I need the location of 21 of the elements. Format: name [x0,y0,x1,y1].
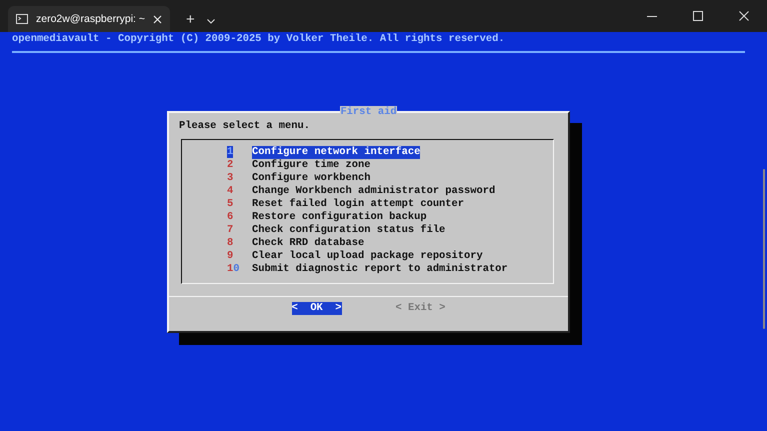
menu-item[interactable]: Submit diagnostic report to administrator [252,263,508,276]
menu-item[interactable]: Check RRD database [252,237,364,250]
menu-item[interactable]: Reset failed login attempt counter [252,198,464,211]
menu-item[interactable]: Clear local upload package repository [252,250,483,263]
dialog-button[interactable]: < OK > [292,302,342,315]
new-tab-button[interactable]: + [182,6,199,32]
menu-item[interactable]: Configure workbench [252,172,370,185]
terminal-tab[interactable]: zero2w@raspberrypi: ~ [8,6,170,32]
terminal-icon [16,14,28,24]
menu-item[interactable]: Restore configuration backup [252,211,427,224]
chevron-down-icon[interactable] [206,19,215,24]
maximize-icon[interactable] [693,11,703,21]
scrollbar[interactable] [763,169,765,329]
menu-item[interactable]: Configure network interface [252,146,420,159]
menu-item[interactable]: Configure time zone [252,159,370,172]
menu-item[interactable]: Check configuration status file [252,224,446,237]
close-icon[interactable] [153,14,162,24]
menu-item[interactable]: Change Workbench administrator password [252,185,496,198]
close-icon[interactable] [739,11,749,21]
dialog-prompt: Please select a menu. [179,120,311,133]
copyright-header: openmediavault - Copyright (C) 2009-2025 by Volker Theile. All rights reserved. [12,32,506,46]
